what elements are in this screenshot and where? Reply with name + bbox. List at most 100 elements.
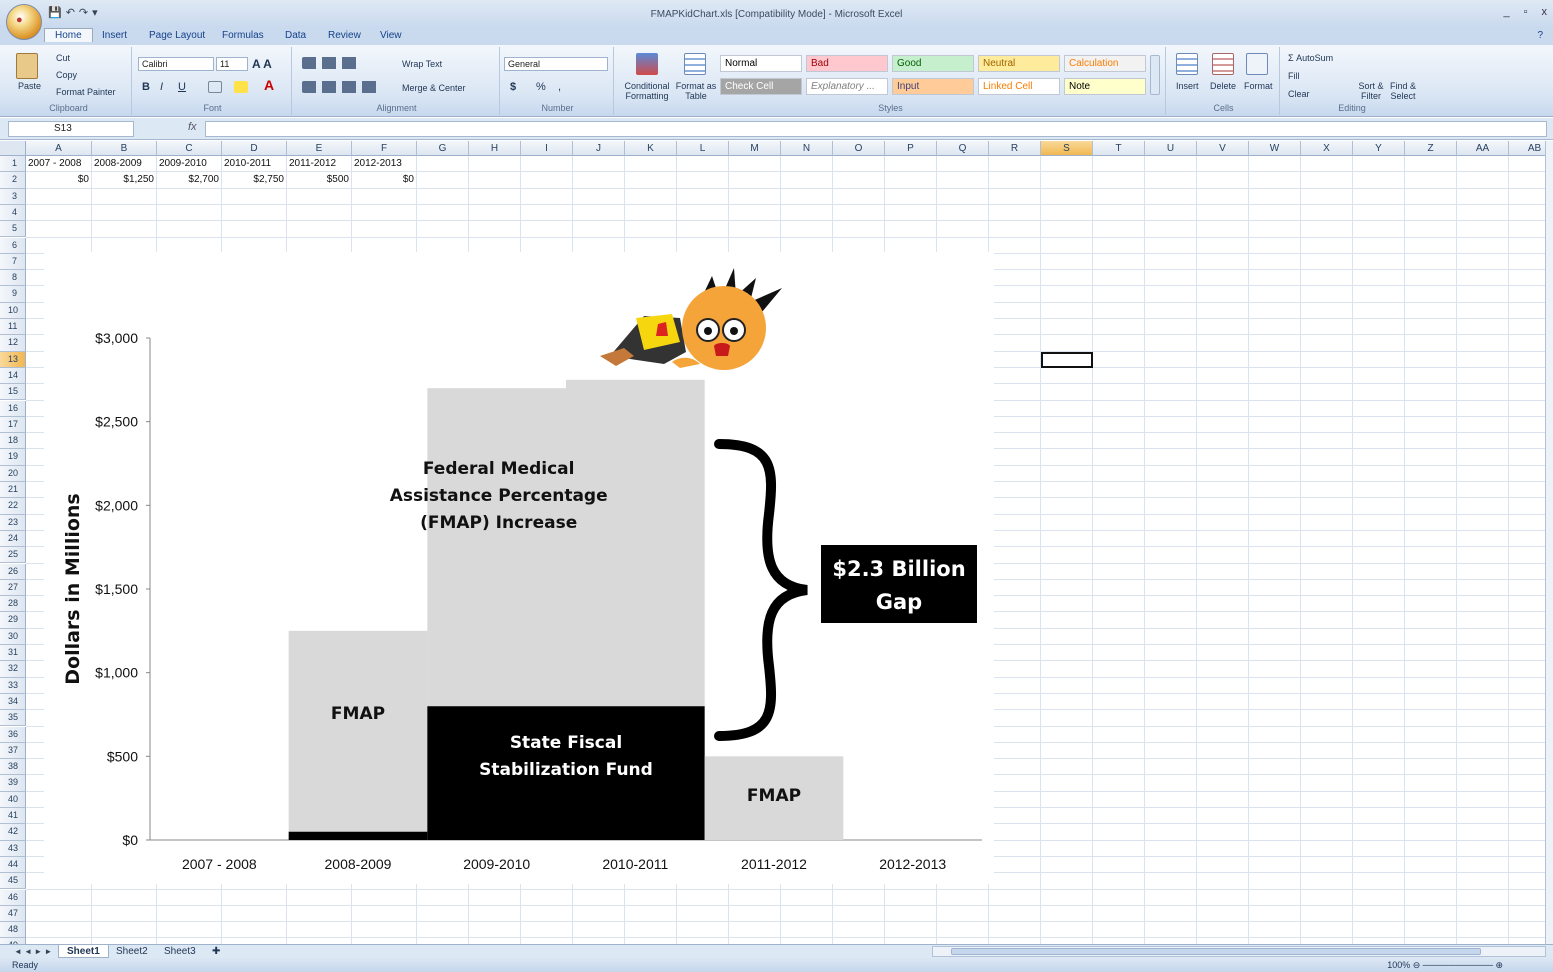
format-painter-button[interactable]: Format Painter [56,87,116,97]
cell-header-year[interactable]: 2008-2009 [94,156,142,172]
style-input[interactable]: Input [892,78,974,95]
tab-page-layout[interactable]: Page Layout [149,30,205,41]
column-header-g[interactable]: G [417,141,469,156]
row-header-45[interactable]: 45 [0,873,26,890]
underline-button[interactable]: U [178,81,186,93]
row-header-22[interactable]: 22 [0,498,26,515]
tab-home[interactable]: Home [44,28,93,42]
autosum-button[interactable]: Σ AutoSum [1288,53,1333,63]
row-header-5[interactable]: 5 [0,221,26,238]
copy-button[interactable]: Copy [56,70,77,80]
row-header-11[interactable]: 11 [0,319,26,336]
column-header-x[interactable]: X [1301,141,1353,156]
row-header-47[interactable]: 47 [0,905,26,923]
row-header-2[interactable]: 2 [0,172,26,189]
font-color-icon[interactable]: A [264,77,274,93]
style-explanatory[interactable]: Explanatory ... [806,78,888,95]
minimize-button[interactable]: _ [1503,6,1509,18]
cell-value[interactable]: $0 [352,172,414,188]
font-name-select[interactable]: Calibri [138,57,214,71]
row-header-12[interactable]: 12 [0,335,26,352]
column-header-v[interactable]: V [1197,141,1249,156]
bar-fmap[interactable] [288,630,428,832]
column-header-y[interactable]: Y [1353,141,1405,156]
cell-value[interactable]: $2,750 [222,172,284,188]
column-header-i[interactable]: I [521,141,573,156]
row-header-31[interactable]: 31 [0,645,26,662]
row-header-24[interactable]: 24 [0,530,26,548]
cell-value[interactable]: $1,250 [92,172,154,188]
format-as-table-icon[interactable] [684,53,706,75]
cell-header-year[interactable]: 2010-2011 [224,156,271,172]
italic-button[interactable]: I [160,81,163,93]
currency-button[interactable]: $ [510,81,516,93]
column-header-s[interactable]: S [1041,141,1093,156]
cut-button[interactable]: Cut [56,53,70,63]
delete-cells-icon[interactable] [1212,53,1234,75]
column-header-k[interactable]: K [625,141,677,156]
style-calculation[interactable]: Calculation [1064,55,1146,72]
conditional-formatting-icon[interactable] [636,53,658,75]
vertical-scrollbar[interactable] [1545,141,1553,944]
row-header-34[interactable]: 34 [0,693,26,711]
column-header-n[interactable]: N [781,141,833,156]
column-header-j[interactable]: J [573,141,625,156]
row-header-13[interactable]: 13 [0,351,26,368]
column-header-e[interactable]: E [287,141,352,156]
borders-icon[interactable] [208,81,222,93]
delete-button[interactable]: Delete [1210,81,1236,91]
row-header-16[interactable]: 16 [0,400,26,417]
row-header-42[interactable]: 42 [0,824,26,841]
column-header-d[interactable]: D [222,141,287,156]
row-header-44[interactable]: 44 [0,856,26,874]
style-bad[interactable]: Bad [806,55,888,72]
row-header-14[interactable]: 14 [0,367,26,385]
row-header-33[interactable]: 33 [0,677,26,694]
style-note[interactable]: Note [1064,78,1146,95]
column-header-u[interactable]: U [1145,141,1197,156]
find-select-button[interactable]: Find & Select [1386,81,1420,101]
office-button[interactable]: ● [6,4,42,40]
number-format-select[interactable]: General [504,57,608,71]
row-header-28[interactable]: 28 [0,596,26,613]
row-header-21[interactable]: 21 [0,482,26,499]
zoom-level[interactable]: 100% ⊖ ─────────── ⊕ [1387,958,1503,972]
sheet-nav-icon[interactable]: ◄ ◄ ► ► [6,945,60,958]
grow-font-icon[interactable]: A A [252,57,272,71]
column-header-q[interactable]: Q [937,141,989,156]
row-header-37[interactable]: 37 [0,742,26,760]
row-header-20[interactable]: 20 [0,465,26,482]
row-header-32[interactable]: 32 [0,661,26,678]
cell-header-year[interactable]: 2012-2013 [354,156,402,172]
row-header-26[interactable]: 26 [0,563,26,580]
formula-input[interactable] [205,121,1547,137]
row-header-29[interactable]: 29 [0,612,26,629]
column-header-c[interactable]: C [157,141,222,156]
row-header-17[interactable]: 17 [0,416,26,434]
bar-fmap[interactable] [566,379,705,707]
column-header-t[interactable]: T [1093,141,1145,156]
sheet-tab-3[interactable]: Sheet3 [156,945,204,958]
sheet-tab-1[interactable]: Sheet1 [58,945,109,958]
cell-header-year[interactable]: 2007 - 2008 [28,156,81,172]
cell-value[interactable]: $2,700 [157,172,219,188]
row-header-18[interactable]: 18 [0,433,26,450]
paste-button[interactable]: Paste [18,81,41,91]
row-header-6[interactable]: 6 [0,237,26,254]
column-header-l[interactable]: L [677,141,729,156]
column-header-o[interactable]: O [833,141,885,156]
insert-sheet-icon[interactable]: ✚ [204,945,228,958]
column-header-a[interactable]: A [26,141,92,156]
row-header-25[interactable]: 25 [0,547,26,564]
insert-cells-icon[interactable] [1176,53,1198,75]
tab-formulas[interactable]: Formulas [222,30,264,41]
close-button[interactable]: x [1542,6,1548,18]
tab-review[interactable]: Review [328,30,361,41]
column-header-m[interactable]: M [729,141,781,156]
style-good[interactable]: Good [892,55,974,72]
row-header-46[interactable]: 46 [0,889,26,906]
row-header-9[interactable]: 9 [0,286,26,303]
column-header-f[interactable]: F [352,141,417,156]
fill-button[interactable]: Fill [1288,71,1300,81]
cell-value[interactable]: $0 [26,172,89,188]
